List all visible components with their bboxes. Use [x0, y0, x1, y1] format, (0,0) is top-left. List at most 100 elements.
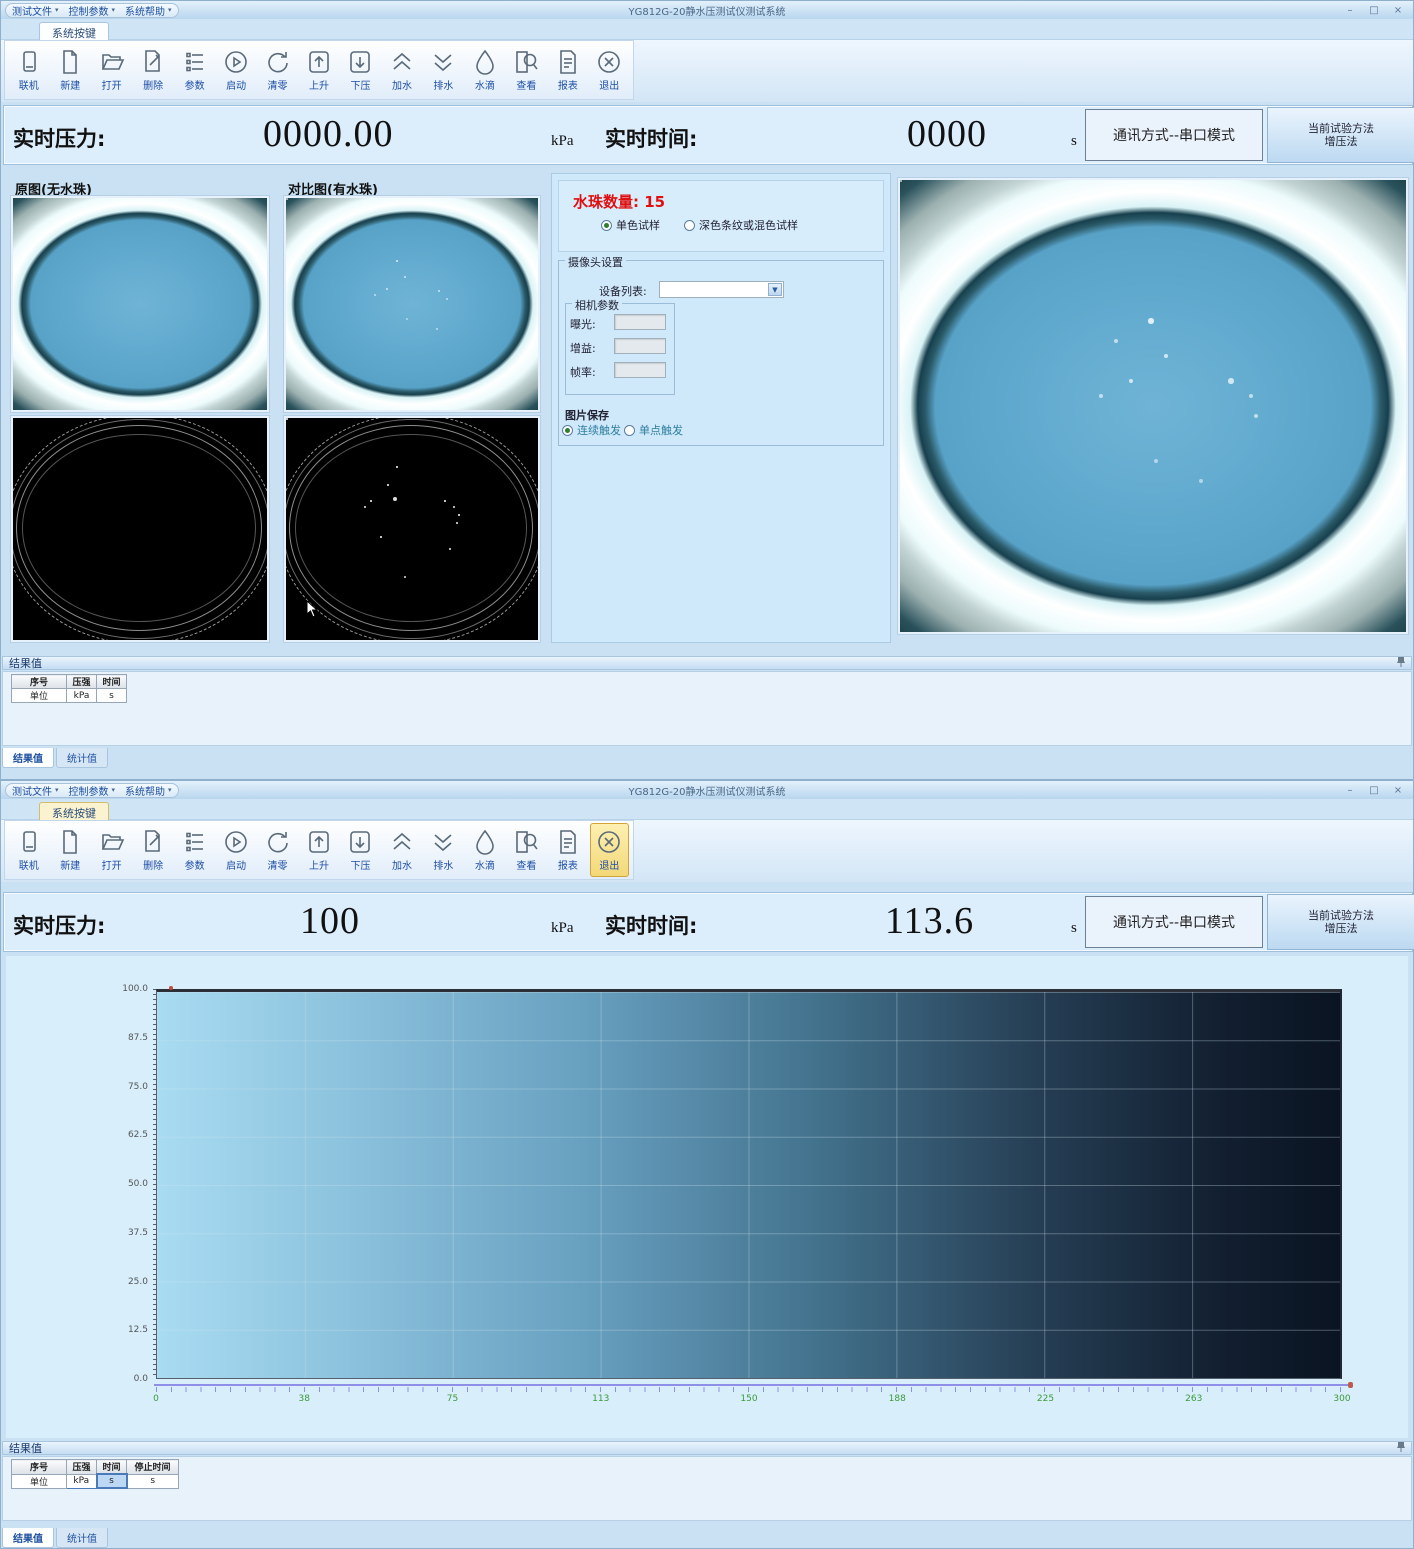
ribbon-strip: 系统按键: [1, 799, 1413, 820]
bottom-tabs: 结果值 统计值: [2, 1528, 108, 1548]
tab-results[interactable]: 结果值: [2, 1528, 54, 1548]
add-water-button[interactable]: 加水: [382, 43, 421, 97]
tab-system-keys[interactable]: 系统按键: [39, 22, 109, 41]
delete-button[interactable]: 删除: [133, 823, 172, 877]
exit-button[interactable]: 退出: [590, 43, 629, 97]
rise-icon: [306, 49, 332, 75]
drain-water-button[interactable]: 排水: [424, 43, 463, 97]
menu-system-help[interactable]: 系统帮助▾: [125, 783, 172, 798]
detected-droplet-dots: [286, 418, 288, 420]
framerate-input[interactable]: [614, 362, 666, 378]
x-axis-end-marker: [1348, 1382, 1353, 1388]
menu-test-file[interactable]: 测试文件▾: [12, 783, 59, 798]
menu-bar: 测试文件▾ 控制参数▾ 系统帮助▾: [5, 3, 179, 18]
x-axis-labels: 0 38 75 113 150 188 225 263 300: [156, 1394, 1342, 1406]
drain-icon: [430, 49, 456, 75]
add-water-icon: [389, 49, 415, 75]
pressure-unit: kPa: [551, 133, 574, 150]
selected-cell: s: [97, 1474, 127, 1488]
new-button[interactable]: 新建: [50, 43, 89, 97]
comm-mode-button[interactable]: 通讯方式--串口模式: [1085, 896, 1263, 948]
tab-results[interactable]: 结果值: [2, 748, 54, 768]
open-button[interactable]: 打开: [92, 43, 131, 97]
time-value: 0000: [907, 112, 987, 156]
report-icon: [555, 49, 581, 75]
view-button[interactable]: 查看: [507, 823, 546, 877]
continuous-trigger-radio[interactable]: 连续触发: [562, 422, 621, 438]
drain-water-button[interactable]: 排水: [424, 823, 463, 877]
framerate-label: 帧率:: [570, 364, 596, 380]
toolbar: 联机 新建 打开 删除 参数 启动 清零 上升 下压 加水 排水 水滴 查看 报…: [4, 40, 634, 100]
parameters-button[interactable]: 参数: [175, 43, 214, 97]
camera-settings-group: 摄像头设置 设备列表: ▼ 相机参数 曝光: 增益: 帧率: 图片保存: [558, 260, 884, 446]
time-unit: s: [1071, 920, 1077, 937]
close-button[interactable]: ×: [1391, 5, 1405, 16]
mono-sample-radio[interactable]: 单色试样: [601, 217, 660, 233]
start-button[interactable]: 启动: [216, 43, 255, 97]
exposure-input[interactable]: [614, 314, 666, 330]
maximize-button[interactable]: □: [1367, 5, 1381, 16]
minimize-button[interactable]: –: [1343, 5, 1357, 16]
exit-button[interactable]: 退出: [590, 823, 630, 877]
y-tick-label: 25.0: [108, 1277, 148, 1287]
menu-system-help[interactable]: 系统帮助▾: [125, 3, 172, 18]
view-icon: [513, 49, 539, 75]
single-trigger-radio[interactable]: 单点触发: [624, 422, 683, 438]
minimize-button[interactable]: –: [1343, 785, 1357, 796]
report-button[interactable]: 报表: [548, 823, 587, 877]
window-title: YG812G-20静水压测试仪测试系统: [1, 3, 1413, 18]
x-tick-label: 300: [1333, 1394, 1350, 1404]
camera-settings-title: 摄像头设置: [565, 254, 626, 270]
table-unit-row: 单位 kPa s: [12, 689, 127, 703]
maximize-button[interactable]: □: [1367, 785, 1381, 796]
menu-test-file[interactable]: 测试文件▾: [12, 3, 59, 18]
start-button[interactable]: 启动: [216, 823, 255, 877]
rise-button[interactable]: 上升: [299, 43, 338, 97]
add-water-button[interactable]: 加水: [382, 823, 421, 877]
tab-statistics[interactable]: 统计值: [56, 1528, 108, 1548]
time-label: 实时时间:: [605, 910, 697, 940]
start-icon: [223, 49, 249, 75]
test-method-button[interactable]: 当前试验方法 增压法: [1267, 894, 1414, 950]
open-button[interactable]: 打开: [92, 823, 131, 877]
parameters-button[interactable]: 参数: [175, 823, 214, 877]
pin-icon[interactable]: [1397, 1441, 1405, 1455]
comm-mode-button[interactable]: 通讯方式--串口模式: [1085, 109, 1263, 161]
water-drop-button[interactable]: 水滴: [465, 823, 504, 877]
gain-input[interactable]: [614, 338, 666, 354]
chevron-down-icon[interactable]: ▼: [768, 283, 782, 296]
pressure-value: 0000.00: [263, 112, 394, 156]
menu-control-params[interactable]: 控制参数▾: [69, 783, 116, 798]
pressure-value: 100: [300, 899, 360, 943]
tab-statistics[interactable]: 统计值: [56, 748, 108, 768]
reset-zero-button[interactable]: 清零: [258, 43, 297, 97]
reset-icon: [265, 49, 291, 75]
view-button[interactable]: 查看: [507, 43, 546, 97]
y-tick-label: 50.0: [108, 1179, 148, 1189]
original-sample-image: [11, 196, 269, 412]
close-button[interactable]: ×: [1391, 785, 1405, 796]
new-button[interactable]: 新建: [50, 823, 89, 877]
toolbar-row: 联机 新建 打开 删除 参数 启动 清零 上升 下压 加水 排水 水滴 查看 报…: [1, 40, 1413, 102]
results-table[interactable]: 序号 压强 时间 停止时间 单位 kPa s s: [11, 1459, 179, 1489]
x-axis-line: [154, 1384, 1349, 1386]
press-down-button[interactable]: 下压: [341, 823, 380, 877]
pin-icon[interactable]: [1397, 656, 1405, 670]
connect-button[interactable]: 联机: [9, 43, 48, 97]
delete-button[interactable]: 删除: [133, 43, 172, 97]
rise-button[interactable]: 上升: [299, 823, 338, 877]
device-icon: [16, 49, 42, 75]
connect-button[interactable]: 联机: [9, 823, 48, 877]
x-tick-label: 188: [889, 1394, 906, 1404]
report-button[interactable]: 报表: [548, 43, 587, 97]
press-down-button[interactable]: 下压: [341, 43, 380, 97]
test-method-button[interactable]: 当前试验方法 增压法: [1267, 107, 1414, 163]
device-list-select[interactable]: ▼: [659, 281, 784, 298]
results-table[interactable]: 序号 压强 时间 单位 kPa s: [11, 674, 127, 703]
water-drop-button[interactable]: 水滴: [465, 43, 504, 97]
dark-sample-radio[interactable]: 深色条纹或混色试样: [684, 217, 798, 233]
window-controls: – □ ×: [1343, 5, 1413, 16]
reset-zero-button[interactable]: 清零: [258, 823, 297, 877]
menu-control-params[interactable]: 控制参数▾: [69, 3, 116, 18]
tab-system-keys[interactable]: 系统按键: [39, 802, 109, 821]
